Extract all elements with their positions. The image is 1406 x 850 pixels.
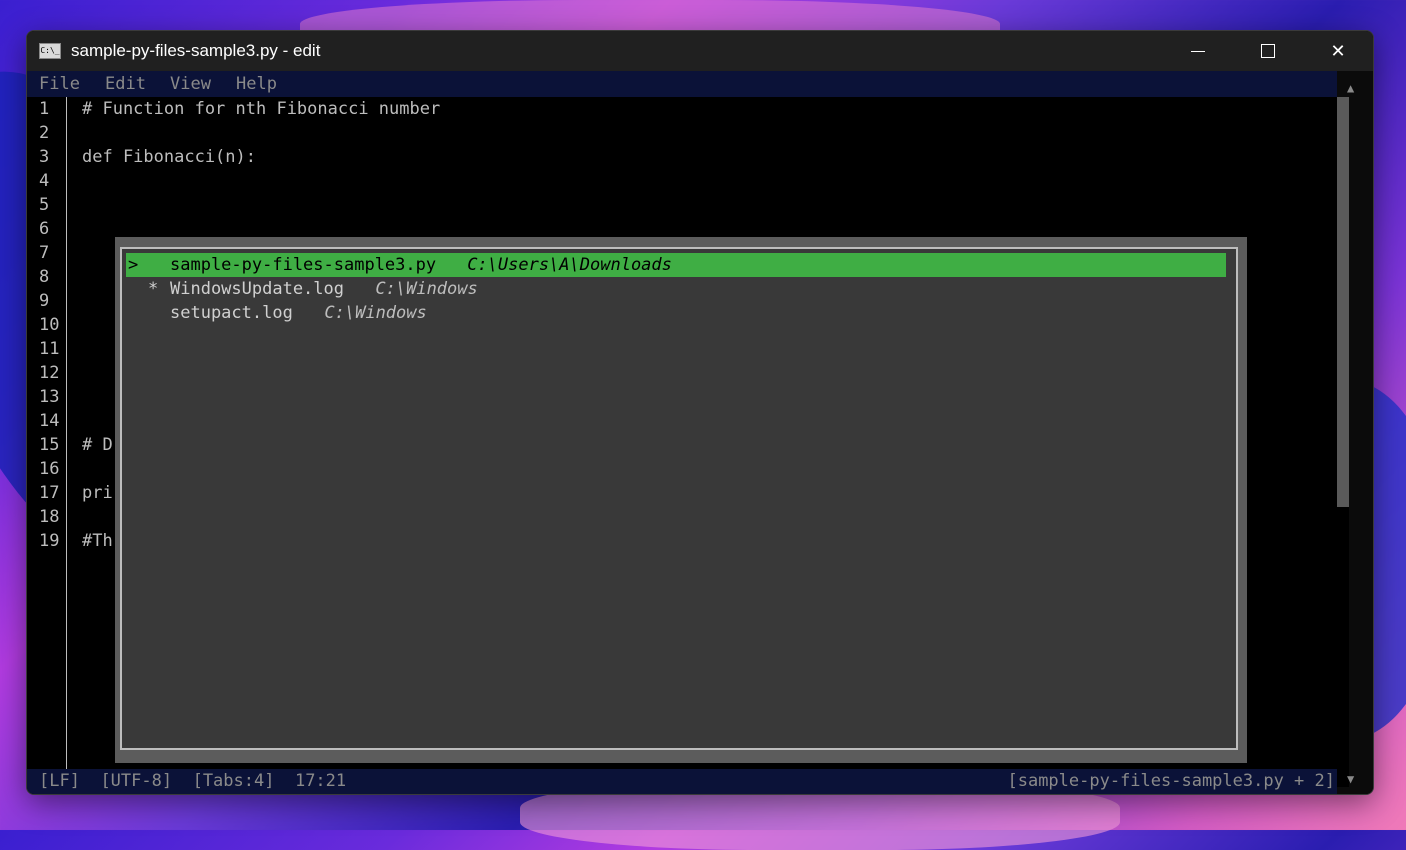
code-line[interactable] <box>82 169 440 193</box>
line-number: 18 <box>27 505 67 529</box>
line-number: 9 <box>27 289 67 313</box>
window-title: sample-py-files-sample3.py - edit <box>71 41 320 61</box>
menu-edit[interactable]: Edit <box>105 71 146 97</box>
line-number: 1 <box>27 97 67 121</box>
line-number: 8 <box>27 265 67 289</box>
line-number: 2 <box>27 121 67 145</box>
menu-help[interactable]: Help <box>236 71 277 97</box>
file-switcher-frame: > sample-py-files-sample3.py C:\Users\A\Do… <box>120 247 1238 750</box>
close-icon: ✕ <box>1330 41 1345 62</box>
scroll-down-icon[interactable]: ▼ <box>1347 772 1354 786</box>
file-path: C:\Windows <box>375 277 477 301</box>
menu-file[interactable]: File <box>39 71 80 97</box>
status-cursor-position: 17:21 <box>295 771 346 791</box>
minimize-icon <box>1191 51 1205 52</box>
file-name: WindowsUpdate.log <box>170 277 344 301</box>
selected-marker: > <box>128 253 138 277</box>
close-button[interactable]: ✕ <box>1303 31 1373 71</box>
file-name: sample-py-files-sample3.py <box>170 253 436 277</box>
file-path: C:\Windows <box>324 301 426 325</box>
scroll-thumb[interactable] <box>1337 97 1349 507</box>
line-number: 7 <box>27 241 67 265</box>
status-encoding: [UTF-8] <box>100 771 172 791</box>
code-line[interactable] <box>82 121 440 145</box>
code-line[interactable] <box>82 193 440 217</box>
menu-view[interactable]: View <box>170 71 211 97</box>
line-number-gutter: 12345678910111213141516171819 <box>27 97 67 553</box>
line-number: 19 <box>27 529 67 553</box>
line-number: 3 <box>27 145 67 169</box>
menu-bar: File Edit View Help <box>27 71 1337 97</box>
file-switcher-dialog: > sample-py-files-sample3.py C:\Users\A\Do… <box>115 237 1247 763</box>
maximize-button[interactable] <box>1233 31 1303 71</box>
line-number: 10 <box>27 313 67 337</box>
line-number: 17 <box>27 481 67 505</box>
line-number: 12 <box>27 361 67 385</box>
line-number: 14 <box>27 409 67 433</box>
editor-window: C:\_ sample-py-files-sample3.py - edit ✕… <box>26 30 1374 795</box>
line-number: 13 <box>27 385 67 409</box>
maximize-icon <box>1261 44 1275 58</box>
line-number: 5 <box>27 193 67 217</box>
status-buffers: [sample-py-files-sample3.py + 2] <box>1007 769 1335 794</box>
status-bar: [LF] [UTF-8] [Tabs:4] 17:21 [sample-py-f… <box>27 769 1337 794</box>
file-list: > sample-py-files-sample3.py C:\Users\A\Do… <box>126 253 1232 744</box>
file-path: C:\Users\A\Downloads <box>467 253 672 277</box>
title-bar[interactable]: C:\_ sample-py-files-sample3.py - edit ✕ <box>27 31 1373 71</box>
vertical-scrollbar[interactable]: ▲ ▼ <box>1337 71 1373 794</box>
gutter-divider <box>66 97 67 769</box>
line-number: 16 <box>27 457 67 481</box>
scroll-up-icon[interactable]: ▲ <box>1347 81 1354 95</box>
line-number: 11 <box>27 337 67 361</box>
modified-marker: * <box>148 277 158 301</box>
file-name: setupact.log <box>170 301 293 325</box>
status-left: [LF] [UTF-8] [Tabs:4] 17:21 <box>39 769 346 794</box>
line-number: 6 <box>27 217 67 241</box>
code-line[interactable]: def Fibonacci(n): <box>82 145 440 169</box>
line-number: 15 <box>27 433 67 457</box>
status-line-ending: [LF] <box>39 771 80 791</box>
status-tabs: [Tabs:4] <box>193 771 275 791</box>
minimize-button[interactable] <box>1163 31 1233 71</box>
terminal-icon: C:\_ <box>39 43 61 59</box>
editor-area[interactable]: 12345678910111213141516171819 # Function… <box>27 97 1337 769</box>
code-line[interactable]: # Function for nth Fibonacci number <box>82 97 440 121</box>
line-number: 4 <box>27 169 67 193</box>
file-list-item[interactable]: > sample-py-files-sample3.py C:\Users\A\Do… <box>126 253 1226 277</box>
